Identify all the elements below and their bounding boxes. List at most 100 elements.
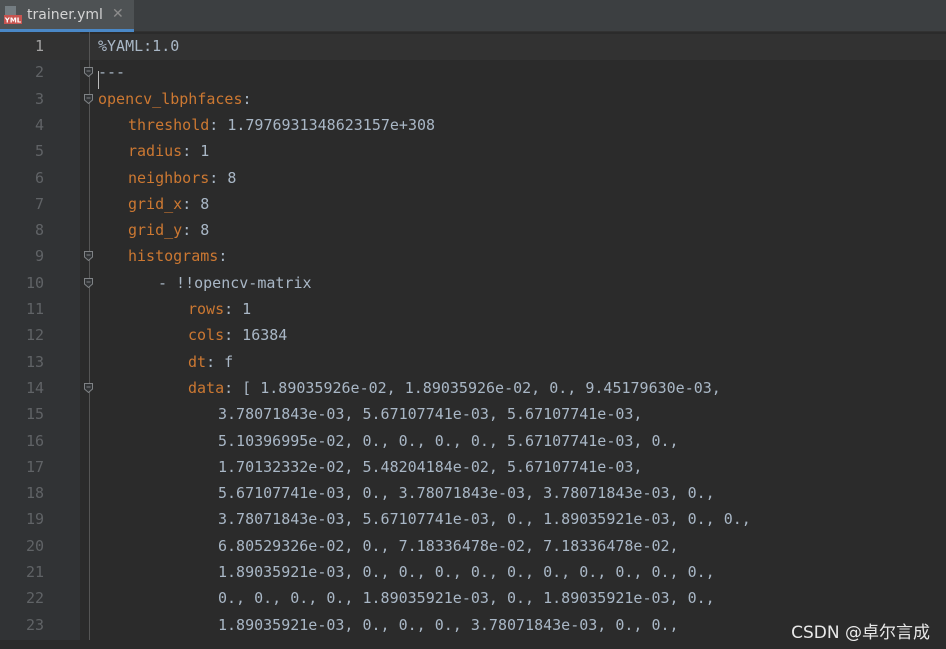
code-text: cols: 16384 [188, 322, 287, 348]
code-text: histograms: [128, 243, 227, 269]
code-line[interactable]: 1 %YAML:1.0 [0, 33, 946, 59]
yaml-key: grid_y [128, 221, 183, 240]
code-line[interactable]: 18 5.67107741e-03, 0., 3.78071843e-03, 3.… [0, 480, 946, 506]
code-line[interactable]: 19 3.78071843e-03, 5.67107741e-03, 0., 1.… [0, 506, 946, 532]
code-line[interactable]: 6 neighbors: 8 [0, 165, 946, 191]
yml-icon-text: YML [4, 17, 22, 25]
line-number: 18 [25, 484, 44, 503]
yaml-value: 5.67107741e-03, 0., 3.78071843e-03, 3.78… [218, 484, 715, 503]
yaml-value: : 1 [224, 300, 252, 318]
line-number: 12 [25, 326, 44, 345]
yaml-key: histograms [128, 247, 219, 266]
yaml-value: : 8 [182, 194, 210, 213]
code-text: grid_y: 8 [128, 217, 209, 243]
code-text: 6.80529326e-02, 0., 7.18336478e-02, 7.18… [218, 533, 679, 559]
yaml-value: 1.70132332e-02, 5.48204184e-02, 5.671077… [218, 457, 643, 476]
code-text: 3.78071843e-03, 5.67107741e-03, 5.671077… [218, 401, 642, 427]
fold-marker-icon[interactable] [84, 277, 93, 288]
yaml-key: opencv_lbphfaces [98, 89, 243, 108]
code-text: dt: f [188, 349, 233, 375]
yaml-value: : [242, 89, 252, 108]
code-text: %YAML:1.0 [98, 33, 179, 59]
watermark: CSDN @卓尔言成 [791, 623, 930, 643]
code-line[interactable]: 20 6.80529326e-02, 0., 7.18336478e-02, 7.… [0, 533, 946, 559]
yaml-value: 3.78071843e-03, 5.67107741e-03, 0., 1.89… [218, 510, 751, 529]
code-line[interactable]: 14 data: [ 1.89035926e-02, 1.89035926e-02… [0, 375, 946, 401]
line-number: 19 [25, 510, 44, 529]
code-line[interactable]: 2 --- [0, 59, 946, 85]
code-text: 5.67107741e-03, 0., 3.78071843e-03, 3.78… [218, 480, 715, 506]
code-text: radius: 1 [128, 138, 209, 164]
code-line[interactable]: 4 threshold: 1.7976931348623157e+308 [0, 112, 946, 138]
line-number: 8 [34, 221, 44, 240]
code-line[interactable]: 7 grid_x: 8 [0, 191, 946, 217]
yaml-value: : 1 [182, 142, 210, 161]
code-line[interactable]: 21 1.89035921e-03, 0., 0., 0., 0., 0., 0.… [0, 559, 946, 585]
yml-file-icon: YML [4, 6, 22, 26]
fold-marker-icon[interactable] [84, 67, 93, 78]
fold-marker-icon[interactable] [84, 93, 93, 104]
code-text: 1.89035921e-03, 0., 0., 0., 3.78071843e-… [218, 612, 679, 638]
line-number: 5 [34, 142, 44, 161]
yaml-value: : [ 1.89035926e-02, 1.89035926e-02, 0., … [224, 378, 721, 397]
code-line[interactable]: 16 5.10396995e-02, 0., 0., 0., 0., 5.6710… [0, 428, 946, 454]
yaml-value: - !!opencv-matrix [158, 273, 312, 292]
yaml-value: 0., 0., 0., 0., 1.89035921e-03, 0., 1.89… [218, 589, 715, 608]
fold-marker-icon[interactable] [84, 251, 93, 262]
yaml-key: cols [188, 326, 225, 345]
code-line[interactable]: 11 rows: 1 [0, 296, 946, 322]
code-editor[interactable]: 1 %YAML:1.0 2 --- 3 opencv_lbphfaces: 4 thresho… [0, 32, 946, 649]
code-text: neighbors: 8 [128, 165, 236, 191]
editor-tab-bar: YML trainer.yml ✕ [0, 0, 946, 32]
line-number: 11 [25, 300, 44, 318]
code-text: --- [98, 59, 125, 85]
code-line[interactable]: 8 grid_y: 8 [0, 217, 946, 243]
code-line[interactable]: 9 histograms: [0, 243, 946, 269]
code-text: 5.10396995e-02, 0., 0., 0., 0., 5.671077… [218, 428, 679, 454]
yaml-value: : 16384 [224, 326, 288, 345]
fold-marker-icon[interactable] [84, 382, 93, 393]
line-number: 21 [25, 563, 44, 581]
code-text: opencv_lbphfaces: [98, 86, 252, 112]
code-line[interactable]: 22 0., 0., 0., 0., 1.89035921e-03, 0., 1.… [0, 585, 946, 611]
code-line[interactable]: 3 opencv_lbphfaces: [0, 86, 946, 112]
line-number: 10 [25, 273, 44, 292]
code-text: data: [ 1.89035926e-02, 1.89035926e-02, … [188, 375, 721, 401]
code-line[interactable]: 15 3.78071843e-03, 5.67107741e-03, 5.6710… [0, 401, 946, 427]
line-number: 13 [25, 352, 44, 371]
yaml-key: neighbors [128, 168, 210, 187]
yaml-value: %YAML:1.0 [98, 37, 180, 55]
yaml-value: : f [206, 352, 234, 371]
yaml-value: 3.78071843e-03, 5.67107741e-03, 5.671077… [218, 405, 643, 424]
yaml-value: 1.89035921e-03, 0., 0., 0., 3.78071843e-… [218, 615, 679, 634]
code-line[interactable]: 13 dt: f [0, 349, 946, 375]
line-number: 23 [25, 615, 44, 634]
yaml-value: 6.80529326e-02, 0., 7.18336478e-02, 7.18… [218, 536, 679, 555]
text-caret [98, 71, 99, 89]
yaml-value: : 8 [209, 168, 237, 187]
yaml-key: dt [188, 352, 207, 371]
line-number: 1 [34, 37, 44, 55]
yaml-key: data [188, 378, 225, 397]
line-number: 17 [25, 457, 44, 476]
tab-trainer-yml[interactable]: YML trainer.yml ✕ [0, 0, 134, 32]
code-line[interactable]: 5 radius: 1 [0, 138, 946, 164]
code-text: - !!opencv-matrix [158, 270, 312, 296]
line-number: 14 [25, 378, 44, 397]
code-text: grid_x: 8 [128, 191, 209, 217]
code-text: 0., 0., 0., 0., 1.89035921e-03, 0., 1.89… [218, 585, 715, 611]
close-icon[interactable]: ✕ [112, 6, 124, 22]
yaml-key: grid_x [128, 194, 183, 213]
line-number: 3 [34, 89, 44, 108]
line-number: 4 [34, 115, 44, 134]
code-line[interactable]: 12 cols: 16384 [0, 322, 946, 348]
yaml-value: 1.89035921e-03, 0., 0., 0., 0., 0., 0., … [218, 563, 715, 581]
code-line[interactable]: 10 - !!opencv-matrix [0, 270, 946, 296]
ide-window: YML trainer.yml ✕ 1 %YAML:1.0 2 --- 3 opencv_… [0, 0, 946, 649]
line-number: 6 [34, 168, 44, 187]
line-number: 7 [34, 194, 44, 213]
line-number: 15 [25, 405, 44, 424]
line-number: 20 [25, 536, 44, 555]
yaml-value: 5.10396995e-02, 0., 0., 0., 0., 5.671077… [218, 431, 679, 450]
code-line[interactable]: 17 1.70132332e-02, 5.48204184e-02, 5.6710… [0, 454, 946, 480]
